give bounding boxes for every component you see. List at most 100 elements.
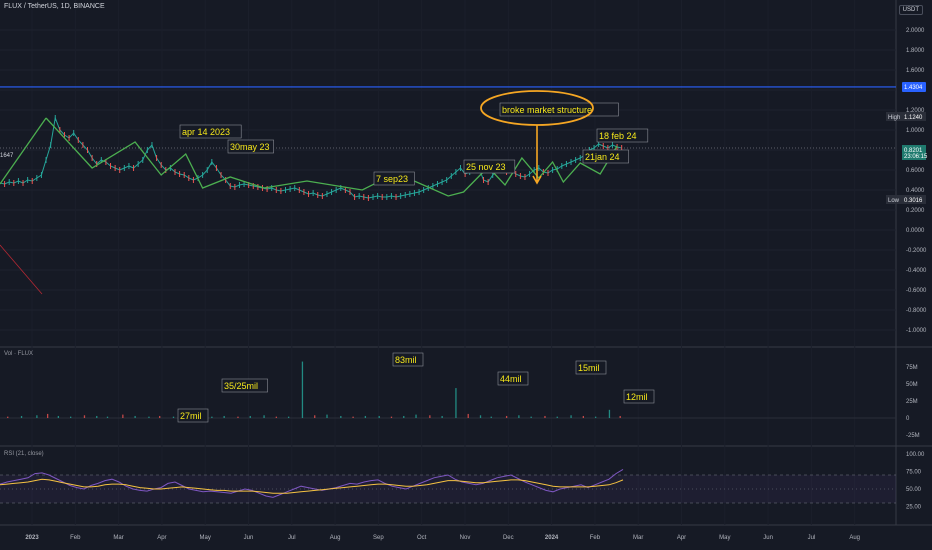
time-tick-label: Nov bbox=[460, 535, 471, 541]
volume-bar bbox=[467, 413, 469, 418]
volume-bar bbox=[301, 361, 304, 418]
time-tick-label: Jul bbox=[808, 535, 816, 541]
volume-bar bbox=[159, 415, 161, 418]
price-tick-label: -0.2000 bbox=[906, 248, 927, 254]
volume-bar bbox=[490, 416, 492, 418]
volume-tick-label: 0 bbox=[906, 416, 910, 422]
rsi-tick-label: 100.00 bbox=[906, 452, 925, 458]
volume-annotation: 44mil bbox=[500, 374, 522, 384]
price-tick-label: 2.0000 bbox=[906, 28, 925, 34]
volume-bar bbox=[403, 415, 405, 418]
volume-bar bbox=[378, 415, 380, 418]
price-tick-label: 1.0000 bbox=[906, 128, 925, 134]
time-tick-label: Jun bbox=[244, 535, 254, 541]
time-tick-label: 2023 bbox=[25, 535, 39, 541]
marker-label: High bbox=[888, 115, 900, 121]
rsi-tick-label: 50.00 bbox=[906, 487, 922, 493]
volume-bar bbox=[20, 415, 23, 418]
volume-bar bbox=[505, 415, 508, 418]
time-tick-label: Feb bbox=[590, 535, 601, 541]
volume-bar bbox=[594, 416, 597, 418]
price-tick-label: 0.4000 bbox=[906, 188, 925, 194]
volume-bar bbox=[608, 409, 611, 418]
volume-bar bbox=[70, 416, 72, 418]
time-tick-label: Aug bbox=[330, 535, 341, 541]
time-tick-label: Sep bbox=[373, 535, 384, 541]
volume-bar bbox=[57, 415, 60, 418]
rsi-tick-label: 25.00 bbox=[906, 505, 922, 511]
price-annotation: 21jan 24 bbox=[585, 152, 620, 162]
time-tick-label: Oct bbox=[417, 535, 427, 541]
price-tick-label: 0.0000 bbox=[906, 228, 925, 234]
volume-bar bbox=[122, 414, 124, 418]
rsi-tick-label: 75.00 bbox=[906, 470, 922, 476]
marker-value: 1.1240 bbox=[904, 115, 923, 121]
volume-bar bbox=[249, 415, 251, 418]
price-annotation: 18 feb 24 bbox=[599, 131, 637, 141]
volume-annotation: 15mil bbox=[578, 363, 600, 373]
symbol-header[interactable]: FLUX / TetherUS, 1D, BINANCE bbox=[4, 3, 105, 10]
price-annotation: apr 14 2023 bbox=[182, 127, 230, 137]
trend-line bbox=[0, 117, 47, 185]
time-tick-label: Apr bbox=[677, 535, 686, 541]
marker-label: Low bbox=[888, 198, 900, 204]
price-annotation: broke market structure bbox=[502, 105, 592, 115]
volume-bar bbox=[46, 413, 49, 418]
volume-annotation: 12mil bbox=[626, 392, 648, 402]
volume-bar bbox=[556, 416, 558, 418]
time-tick-label: Dec bbox=[503, 535, 514, 541]
time-tick-label: Mar bbox=[113, 535, 123, 541]
volume-tick-label: 25M bbox=[906, 399, 918, 405]
volume-bar bbox=[314, 415, 316, 418]
volume-bar bbox=[570, 415, 572, 418]
volume-bar bbox=[619, 415, 621, 418]
time-tick-label: Mar bbox=[633, 535, 643, 541]
highlight-arrow bbox=[532, 125, 542, 185]
volume-bar bbox=[148, 416, 150, 418]
volume-tick-label: 75M bbox=[906, 365, 918, 371]
volume-bar bbox=[415, 414, 417, 418]
volume-bar bbox=[326, 414, 328, 418]
volume-bar bbox=[263, 415, 265, 418]
volume-tick-label: 50M bbox=[906, 382, 918, 388]
time-tick-label: Apr bbox=[157, 535, 166, 541]
volume-bar bbox=[83, 415, 86, 418]
price-tick-label: -0.8000 bbox=[906, 308, 927, 314]
volume-annotation: 83mil bbox=[395, 355, 417, 365]
price-tick-label: 0.2000 bbox=[906, 208, 925, 214]
volume-bar bbox=[352, 416, 354, 418]
price-tick-label: -0.6000 bbox=[906, 288, 927, 294]
time-tick-label: May bbox=[719, 535, 730, 541]
volume-bar bbox=[134, 415, 136, 418]
price-tick-label: 0.6000 bbox=[906, 168, 925, 174]
currency-selector[interactable]: USDT bbox=[898, 5, 923, 15]
volume-bar bbox=[340, 415, 342, 418]
horizontal-line-value: 1.4304 bbox=[904, 85, 923, 91]
volume-bar bbox=[429, 415, 431, 418]
volume-bar bbox=[237, 416, 239, 418]
volume-bar bbox=[275, 416, 277, 418]
volume-bar bbox=[36, 415, 38, 418]
volume-bar bbox=[364, 415, 367, 418]
time-tick-label: Feb bbox=[70, 535, 81, 541]
price-tick-label: 1.8000 bbox=[906, 48, 925, 54]
volume-bar bbox=[172, 416, 175, 418]
volume-bar bbox=[582, 415, 584, 418]
volume-bar bbox=[479, 415, 482, 418]
rsi-pane-title: RSI (21, close) bbox=[4, 451, 44, 457]
left-edge-value: 1647 bbox=[0, 153, 14, 159]
price-annotation: 7 sep23 bbox=[376, 174, 408, 184]
volume-bar bbox=[530, 416, 532, 418]
volume-annotation: 27mil bbox=[180, 411, 202, 421]
price-annotation: 30may 23 bbox=[230, 142, 270, 152]
volume-tick-label: -25M bbox=[906, 433, 920, 439]
volume-bar bbox=[106, 416, 109, 418]
volume-bar bbox=[287, 416, 290, 418]
volume-annotation: 35/25mil bbox=[224, 381, 258, 391]
time-tick-label: 2024 bbox=[545, 535, 559, 541]
price-annotation: 25 nov 23 bbox=[466, 162, 506, 172]
volume-bar bbox=[441, 415, 443, 418]
price-tick-label: -1.0000 bbox=[906, 328, 927, 334]
time-tick-label: Jun bbox=[763, 535, 773, 541]
volume-bar bbox=[223, 415, 225, 418]
